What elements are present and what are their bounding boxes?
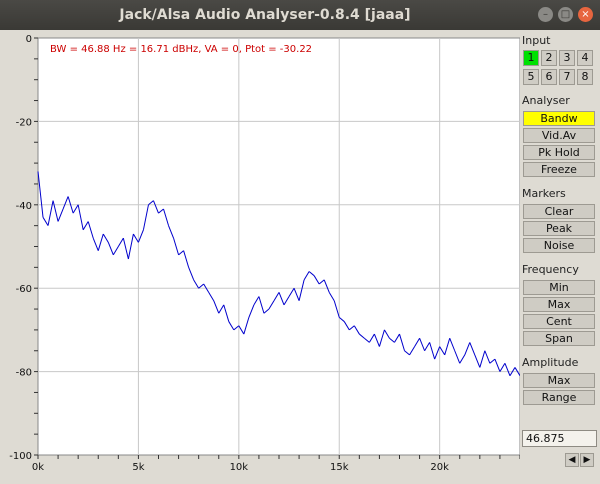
x-tick-label: 5k [132, 462, 144, 473]
input-7-button[interactable]: 7 [559, 69, 575, 85]
freeze-button[interactable]: Freeze [523, 162, 595, 177]
input-5-button[interactable]: 5 [523, 69, 539, 85]
input-6-button[interactable]: 6 [541, 69, 557, 85]
freq-span-button[interactable]: Span [523, 331, 595, 346]
amp-max-button[interactable]: Max [523, 373, 595, 388]
control-panel: Input 1 2 3 4 5 6 7 8 Analyser Bandw Vid… [519, 30, 600, 480]
markers-section-label: Markers [522, 187, 566, 200]
frequency-section-label: Frequency [522, 263, 579, 276]
amplitude-section-label: Amplitude [522, 356, 579, 369]
window-title: Jack/Alsa Audio Analyser-0.8.4 [jaaa] [119, 7, 411, 23]
status-readout: BW = 46.88 Hz = 16.71 dBHz, VA = 0, Ptot… [50, 44, 312, 55]
markers-peak-button[interactable]: Peak [523, 221, 595, 236]
input-2-button[interactable]: 2 [541, 50, 557, 66]
input-8-button[interactable]: 8 [577, 69, 593, 85]
close-button[interactable]: × [578, 7, 593, 22]
x-tick-label: 20k [430, 462, 449, 473]
minimize-button[interactable]: – [538, 7, 553, 22]
x-tick-label: 10k [230, 462, 249, 473]
freq-min-button[interactable]: Min [523, 280, 595, 295]
y-tick-label: -40 [16, 201, 32, 212]
value-readout[interactable]: 46.875 [522, 430, 597, 447]
input-4-button[interactable]: 4 [577, 50, 593, 66]
spectrum-chart: 0k 5k 10k 15k 20k 0 -20 -40 -60 -80 -100 BW = 46.8… [9, 34, 521, 473]
input-section-label: Input [522, 34, 551, 47]
vid-av-button[interactable]: Vid.Av [523, 128, 595, 143]
pk-hold-button[interactable]: Pk Hold [523, 145, 595, 160]
bandw-button[interactable]: Bandw [523, 111, 595, 126]
freq-max-button[interactable]: Max [523, 297, 595, 312]
title-bar: Jack/Alsa Audio Analyser-0.8.4 [jaaa] – … [0, 0, 600, 30]
maximize-button[interactable]: □ [558, 7, 573, 22]
y-tick-label: 0 [26, 34, 32, 45]
markers-clear-button[interactable]: Clear [523, 204, 595, 219]
input-1-button[interactable]: 1 [523, 50, 539, 66]
right-arrow-icon[interactable]: ▶ [580, 453, 594, 467]
spectrum-plot[interactable]: 0k 5k 10k 15k 20k 0 -20 -40 -60 -80 -100 BW = 46.8… [0, 30, 521, 480]
left-arrow-icon[interactable]: ◀ [565, 453, 579, 467]
y-tick-label: -80 [16, 368, 32, 379]
analyser-section-label: Analyser [522, 94, 570, 107]
freq-cent-button[interactable]: Cent [523, 314, 595, 329]
y-tick-label: -100 [9, 451, 32, 462]
y-tick-label: -20 [16, 117, 32, 128]
x-tick-label: 15k [330, 462, 349, 473]
input-3-button[interactable]: 3 [559, 50, 575, 66]
amp-range-button[interactable]: Range [523, 390, 595, 405]
markers-noise-button[interactable]: Noise [523, 238, 595, 253]
x-tick-label: 0k [32, 462, 44, 473]
y-tick-label: -60 [16, 284, 32, 295]
